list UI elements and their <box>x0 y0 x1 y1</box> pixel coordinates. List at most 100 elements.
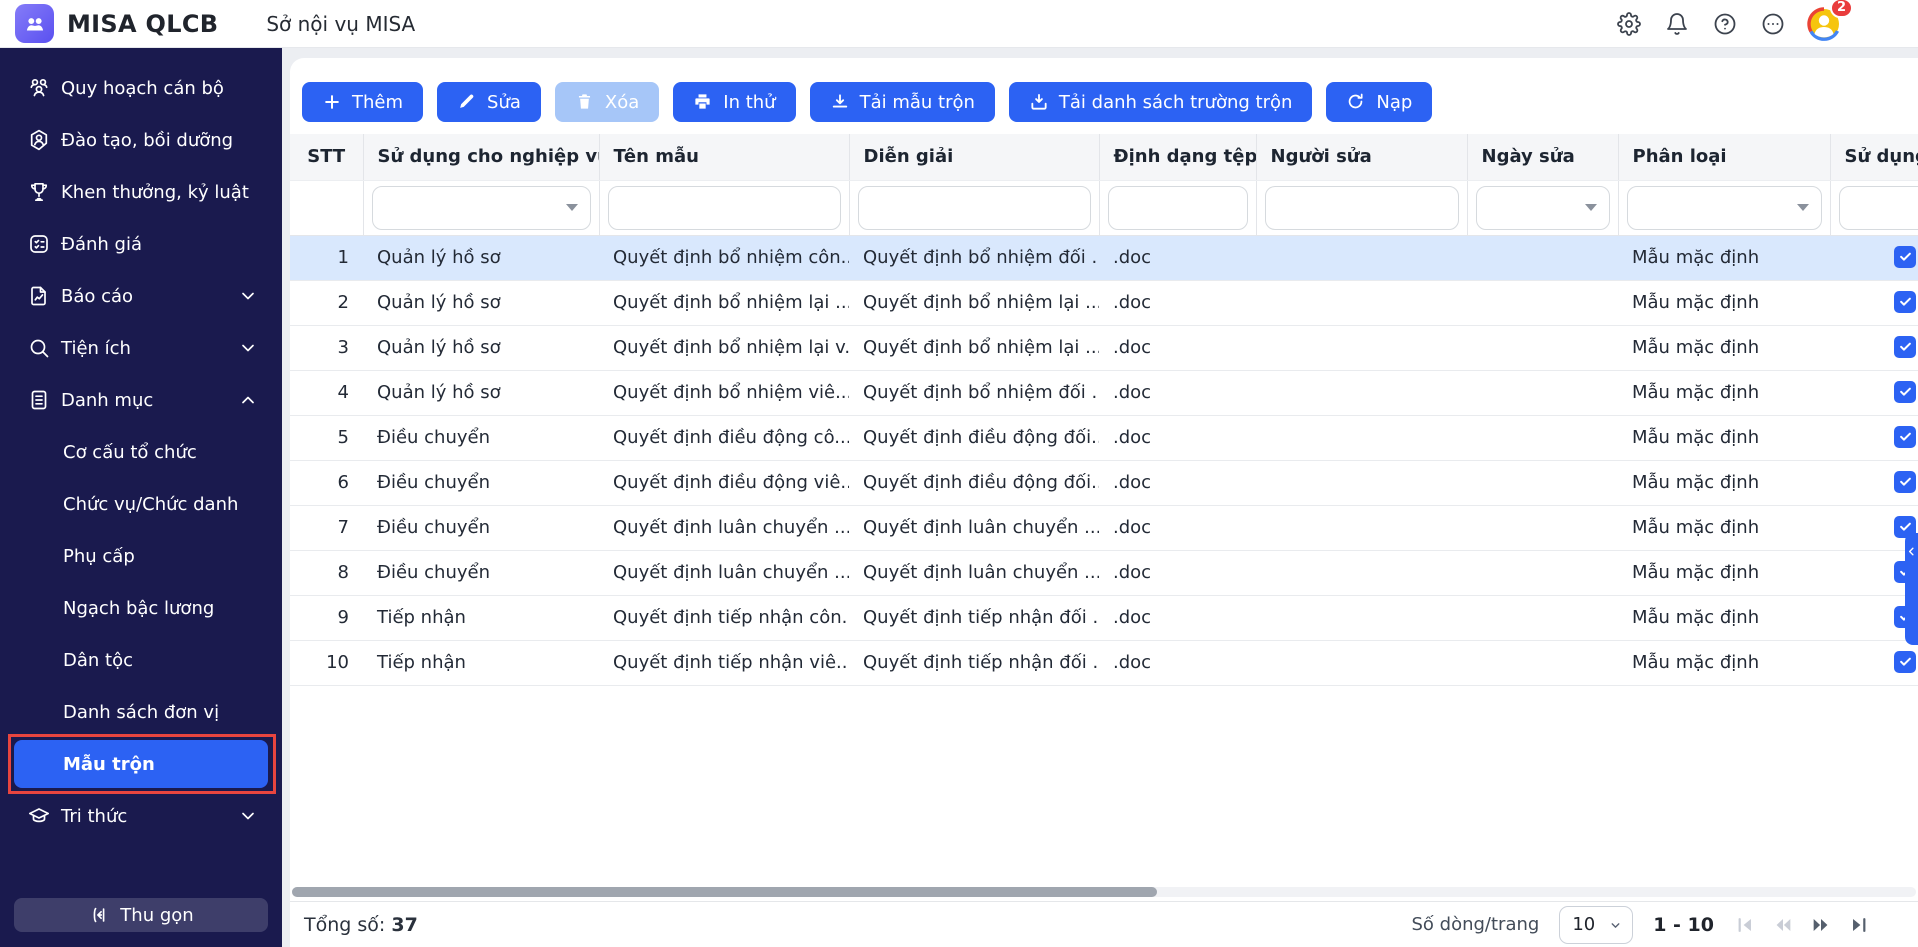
col-header-description[interactable]: Diễn giải <box>849 134 1100 181</box>
sidebar-subitem[interactable]: Chức vụ/Chức danh <box>0 478 282 530</box>
col-header-business[interactable]: Sử dụng cho nghiệp vụ <box>363 134 600 181</box>
page-size-select[interactable]: 10 <box>1559 905 1634 944</box>
used-checkbox[interactable] <box>1894 425 1916 448</box>
col-header-category[interactable]: Phân loại <box>1618 134 1831 181</box>
filter-description-input[interactable] <box>870 196 1078 219</box>
table-row[interactable]: 9 Tiếp nhận Quyết định tiếp nhận côn... … <box>290 595 1918 641</box>
sidebar-item-dao-tao[interactable]: Đào tạo, bồi dưỡng <box>0 114 282 166</box>
cell-business: Điều chuyển <box>363 415 599 461</box>
filter-business-input[interactable] <box>384 196 566 219</box>
add-button[interactable]: Thêm <box>302 82 424 122</box>
more-icon[interactable] <box>1761 12 1785 36</box>
sidebar-subitem[interactable]: Dân tộc <box>0 634 282 686</box>
filter-edit-date-select[interactable] <box>1475 185 1610 230</box>
filter-category-select[interactable] <box>1626 185 1822 230</box>
sidebar-subitem[interactable]: Cơ cấu tổ chức <box>0 426 282 478</box>
table-row[interactable]: 1 Quản lý hồ sơ Quyết định bổ nhiệm côn.… <box>290 235 1918 281</box>
sidebar-subitem[interactable]: Danh sách đơn vị <box>0 686 282 738</box>
col-header-template-name[interactable]: Tên mẫu <box>599 134 850 181</box>
sidebar-item-khen-thuong[interactable]: Khen thưởng, kỷ luật <box>0 166 282 218</box>
cell-category: Mẫu mặc định <box>1618 235 1830 281</box>
used-checkbox[interactable] <box>1894 650 1916 673</box>
reload-button[interactable]: Nạp <box>1326 82 1433 122</box>
used-checkbox[interactable] <box>1894 335 1916 358</box>
table-row[interactable]: 2 Quản lý hồ sơ Quyết định bổ nhiệm lại … <box>290 280 1918 326</box>
table-row[interactable]: 3 Quản lý hồ sơ Quyết định bổ nhiệm lại … <box>290 325 1918 371</box>
col-header-edit-date[interactable]: Ngày sửa <box>1467 134 1619 181</box>
cell-description: Quyết định điều động đối... <box>849 460 1099 506</box>
sidebar-item-tri-thuc[interactable]: Tri thức <box>0 790 282 842</box>
download-template-button[interactable]: Tải mẫu trộn <box>809 82 995 122</box>
table-row[interactable]: 6 Điều chuyển Quyết định điều động viê..… <box>290 460 1918 506</box>
notification-badge: 2 <box>1829 0 1853 18</box>
sidebar-subitem-label: Cơ cấu tổ chức <box>63 441 197 463</box>
table-row[interactable]: 4 Quản lý hồ sơ Quyết định bổ nhiệm viê.… <box>290 370 1918 416</box>
sidebar-item-danh-muc[interactable]: Danh mục <box>0 374 282 426</box>
download-merge-fields-button[interactable]: Tải danh sách trường trộn <box>1008 82 1313 122</box>
horizontal-scrollbar-thumb[interactable] <box>292 887 1157 897</box>
help-icon[interactable] <box>1713 12 1737 36</box>
col-header-used[interactable]: Sử dụng <box>1830 134 1918 181</box>
pagination <box>1734 914 1870 936</box>
collapse-sidebar-button[interactable]: Thu gọn <box>14 898 268 932</box>
sidebar-subitem[interactable]: Phụ cấp <box>0 530 282 582</box>
avatar[interactable]: 2 <box>1807 0 1853 41</box>
col-header-file-format[interactable]: Định dạng tệp <box>1099 134 1257 181</box>
delete-button[interactable]: Xóa <box>554 82 660 122</box>
filter-file-format-input[interactable] <box>1120 196 1235 219</box>
filter-used[interactable] <box>1838 185 1918 230</box>
cell-stt: 2 <box>290 280 363 326</box>
sidebar-item-quy-hoach[interactable]: Quy hoạch cán bộ <box>0 62 282 114</box>
filter-editor-input[interactable] <box>1277 196 1446 219</box>
table-row[interactable]: 5 Điều chuyển Quyết định điều động cô...… <box>290 415 1918 461</box>
col-header-editor[interactable]: Người sửa <box>1256 134 1468 181</box>
sidebar-item-label: Quy hoạch cán bộ <box>61 77 224 99</box>
cell-editor <box>1256 550 1467 596</box>
table-row[interactable]: 7 Điều chuyển Quyết định luân chuyển ...… <box>290 505 1918 551</box>
filter-business-select[interactable] <box>371 185 591 230</box>
filter-edit-date-input[interactable] <box>1488 196 1585 219</box>
cell-editor <box>1256 595 1467 641</box>
cell-file-format: .doc <box>1099 280 1256 326</box>
chevron-left-icon <box>1908 547 1914 556</box>
cell-template-name: Quyết định bổ nhiệm lại v... <box>599 325 849 371</box>
cell-template-name: Quyết định điều động viê... <box>599 460 849 506</box>
print-test-button[interactable]: In thử <box>673 82 796 122</box>
filter-used-input[interactable] <box>1851 196 1918 219</box>
cell-edit-date <box>1467 595 1618 641</box>
notifications-icon[interactable] <box>1665 12 1689 36</box>
edit-button[interactable]: Sửa <box>437 82 541 122</box>
header-row: STT Sử dụng cho nghiệp vụ Tên mẫu Diễn g… <box>290 134 1918 181</box>
sidebar-item-tien-ich[interactable]: Tiện ích <box>0 322 282 374</box>
used-checkbox[interactable] <box>1894 245 1916 268</box>
app-logo-icon <box>15 4 54 43</box>
filter-file-format[interactable] <box>1107 185 1248 230</box>
filter-template-name-input[interactable] <box>620 196 828 219</box>
sidebar-subitem[interactable]: Mẫu trộn <box>8 734 276 794</box>
last-page-button[interactable] <box>1848 914 1870 936</box>
used-checkbox[interactable] <box>1894 290 1916 313</box>
cell-used <box>1830 640 1918 686</box>
used-checkbox[interactable] <box>1894 380 1916 403</box>
first-page-button[interactable] <box>1734 914 1756 936</box>
sidebar-item-danh-gia[interactable]: Đánh giá <box>0 218 282 270</box>
horizontal-scrollbar[interactable] <box>292 887 1916 897</box>
sidebar-item-bao-cao[interactable]: Báo cáo <box>0 270 282 322</box>
vertical-scroll-handle[interactable] <box>1905 533 1918 645</box>
filter-category-input[interactable] <box>1639 196 1797 219</box>
cell-category: Mẫu mặc định <box>1618 325 1830 371</box>
previous-page-button[interactable] <box>1772 914 1794 936</box>
next-page-button[interactable] <box>1810 914 1832 936</box>
filter-editor[interactable] <box>1264 185 1459 230</box>
cell-stt: 10 <box>290 640 363 686</box>
settings-icon[interactable] <box>1617 11 1641 36</box>
cell-edit-date <box>1467 325 1618 371</box>
col-header-stt[interactable]: STT <box>290 134 364 181</box>
table-row[interactable]: 10 Tiếp nhận Quyết định tiếp nhận viê...… <box>290 640 1918 686</box>
table-row[interactable]: 8 Điều chuyển Quyết định luân chuyển ...… <box>290 550 1918 596</box>
filter-description[interactable] <box>857 185 1091 230</box>
used-checkbox[interactable] <box>1894 470 1916 493</box>
sidebar-subitem[interactable]: Ngạch bậc lương <box>0 582 282 634</box>
cell-file-format: .doc <box>1099 235 1256 281</box>
filter-template-name[interactable] <box>607 185 841 230</box>
